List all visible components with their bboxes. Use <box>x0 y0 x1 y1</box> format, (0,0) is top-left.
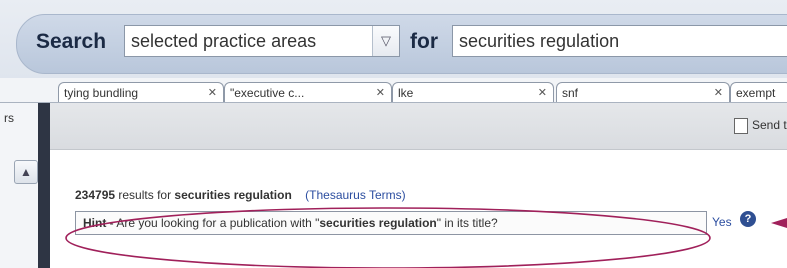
send-to-label[interactable]: Send to T <box>752 118 787 132</box>
for-label: for <box>410 30 438 53</box>
panel-divider <box>38 103 50 268</box>
tab-tying-bundling[interactable]: tying bundling ✕ <box>58 82 224 102</box>
yes-link[interactable]: Yes <box>712 215 732 229</box>
results-toolbar: Send to T <box>50 103 787 150</box>
thesaurus-terms-link[interactable]: (Thesaurus Terms) <box>305 188 405 202</box>
results-mid-text: results for <box>118 188 172 202</box>
send-to-checkbox[interactable] <box>734 118 748 134</box>
scroll-up-icon[interactable]: ▲ <box>14 160 38 184</box>
left-sidebar: rs <box>0 103 39 268</box>
search-query-value: securities regulation <box>459 31 620 51</box>
hint-text: Hint - Are you looking for a publication… <box>83 216 498 230</box>
sidebar-label: rs <box>4 111 14 125</box>
close-icon[interactable]: ✕ <box>208 86 217 99</box>
practice-area-value: selected practice areas <box>131 31 317 51</box>
tab-lke[interactable]: lke ✕ <box>392 82 554 102</box>
close-icon[interactable]: ✕ <box>538 86 547 99</box>
close-icon[interactable]: ✕ <box>376 86 385 99</box>
tab-label: snf <box>562 86 579 100</box>
tab-label: lke <box>398 86 414 100</box>
chevron-down-icon[interactable]: ▽ <box>372 26 399 56</box>
hint-text-after: " in its title? <box>436 216 498 230</box>
search-input[interactable]: securities regulation <box>452 25 787 57</box>
results-summary: 234795 results for securities regulation… <box>75 188 406 202</box>
hint-text-before: - Are you looking for a publication with… <box>106 216 320 230</box>
tab-label: "executive c... <box>230 86 305 100</box>
tab-label: exempt <box>736 86 776 100</box>
practice-area-select[interactable]: selected practice areas ▽ <box>124 25 400 57</box>
results-query: securities regulation <box>174 188 292 202</box>
tab-snf[interactable]: snf ✕ <box>556 82 730 102</box>
hint-box: Hint - Are you looking for a publication… <box>75 211 707 235</box>
hint-prefix: Hint <box>83 216 107 230</box>
tab-executive[interactable]: "executive c... ✕ <box>224 82 392 102</box>
tab-label: tying bundling <box>64 86 139 100</box>
hint-emphasis: securities regulation <box>319 216 437 230</box>
pointer-arrow-icon <box>771 218 787 228</box>
help-icon[interactable]: ? <box>740 211 756 227</box>
search-tabs-row: tying bundling ✕ "executive c... ✕ lke ✕… <box>0 78 787 103</box>
results-count: 234795 <box>75 188 116 202</box>
tab-exempt[interactable]: exempt <box>730 82 787 102</box>
search-label: Search <box>36 30 107 53</box>
close-icon[interactable]: ✕ <box>714 86 723 99</box>
